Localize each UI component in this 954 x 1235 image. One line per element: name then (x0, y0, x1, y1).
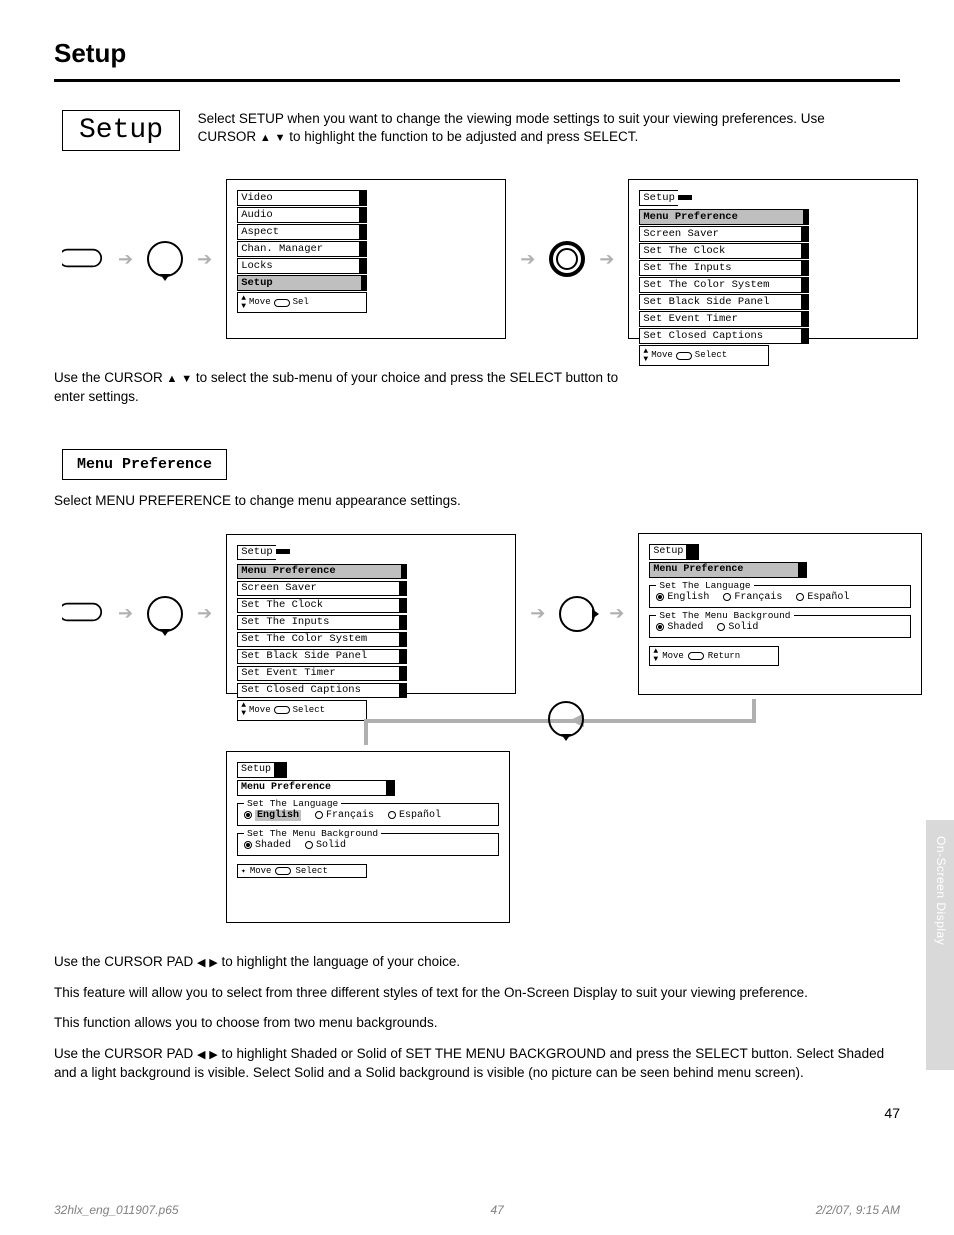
osd-menu-preference-detail-2: Setup Menu Preference Set The Language E… (226, 751, 510, 923)
osd-item-selected[interactable]: Menu Preference (237, 564, 407, 580)
osd-setup-menu-2: Setup Menu Preference Screen Saver Set T… (226, 534, 516, 694)
osd-item[interactable]: Set The Inputs (237, 615, 407, 631)
arrow-right-icon: ➔ (520, 249, 535, 270)
language-fieldset: Set The Language English Français Españo… (237, 803, 499, 826)
osd-item[interactable]: Set The Inputs (639, 260, 809, 276)
osd-item[interactable]: Set The Clock (639, 243, 809, 259)
after-flow-paragraph: Use the CURSOR ▲ ▼ to select the sub-men… (54, 369, 900, 407)
osd-item[interactable]: Set Black Side Panel (639, 294, 809, 310)
body-para-2: This feature will allow you to select fr… (54, 984, 900, 1003)
page-heading: Setup (54, 38, 900, 69)
footer-mid: 47 (490, 1203, 503, 1217)
osd-item[interactable]: Aspect (237, 224, 367, 240)
arrow-right-icon: ➔ (197, 603, 212, 624)
bg-option[interactable]: Solid (305, 840, 346, 851)
language-fieldset: Set The Language English Français Españo… (649, 585, 911, 608)
cursor-down-icon (548, 701, 584, 737)
menu-button-icon (62, 243, 104, 276)
lang-option[interactable]: Español (796, 592, 849, 603)
bg-option[interactable]: Shaded (244, 840, 291, 851)
cursor-right-icon (559, 596, 595, 632)
sub-heading-box: Menu Preference (62, 449, 227, 480)
body-para-4: Use the CURSOR PAD ◀ ▶ to highlight Shad… (54, 1045, 900, 1083)
osd-title: Setup (639, 190, 727, 206)
page-number: 47 (54, 1105, 900, 1121)
connector-line (364, 719, 368, 745)
cursor-down-icon (147, 241, 183, 277)
osd-main-menu: Video Audio Aspect Chan. Manager Locks S… (226, 179, 506, 339)
bg-option[interactable]: Shaded (656, 622, 703, 633)
osd-breadcrumb: Setup (237, 762, 499, 778)
arrow-right-icon: ➔ (118, 603, 133, 624)
lang-option[interactable]: English (244, 810, 301, 821)
osd-item[interactable]: Set The Clock (237, 598, 407, 614)
osd-breadcrumb: Setup (649, 544, 911, 560)
osd-item-selected[interactable]: Menu Preference (639, 209, 809, 225)
flow-row-3: Setup Menu Preference Set The Language E… (226, 751, 900, 923)
arrow-right-icon: ➔ (197, 249, 212, 270)
osd-item-selected[interactable]: Setup (237, 275, 367, 291)
arrow-right-icon: ➔ (609, 603, 624, 624)
osd-item[interactable]: Set Event Timer (237, 666, 407, 682)
osd-item[interactable]: Set The Color System (237, 632, 407, 648)
background-fieldset: Set The Menu Background Shaded Solid (649, 615, 911, 638)
osd-hint: ▲▼ Move Return (649, 646, 779, 666)
lang-option[interactable]: Español (388, 810, 441, 821)
side-tab-label: On-Screen Display (934, 836, 948, 945)
arrow-right-icon: ➔ (118, 249, 133, 270)
flow-row-1: ➔ ➔ Video Audio Aspect Chan. Manager Loc… (62, 179, 900, 339)
osd-item[interactable]: Video (237, 190, 367, 206)
osd-item[interactable]: Set Black Side Panel (237, 649, 407, 665)
intro-paragraph: Select SETUP when you want to change the… (198, 110, 838, 146)
osd-hint: ▲▼ Move Sel (237, 292, 367, 313)
heading-rule (54, 79, 900, 82)
osd-hint: ✦ Move Select (237, 864, 367, 878)
lang-option[interactable]: Français (315, 810, 374, 821)
osd-title: Setup (237, 545, 325, 561)
osd-item[interactable]: Set Closed Captions (237, 683, 407, 699)
body-para-3: This function allows you to choose from … (54, 1014, 900, 1033)
osd-item[interactable]: Chan. Manager (237, 241, 367, 257)
osd-item[interactable]: Audio (237, 207, 367, 223)
osd-menu-preference-detail: Setup Menu Preference Set The Language E… (638, 533, 922, 695)
menu-button-icon (62, 597, 104, 630)
footer-left: 2/2/07, 9:15 AM (816, 1203, 900, 1217)
side-tab: On-Screen Display (926, 820, 954, 1070)
osd-hint: ▲▼ Move Select (237, 700, 367, 721)
body-para-1: Use the CURSOR PAD ◀ ▶ to highlight the … (54, 953, 900, 972)
osd-item[interactable]: Screen Saver (639, 226, 809, 242)
background-fieldset: Set The Menu Background Shaded Solid (237, 833, 499, 856)
osd-item[interactable]: Screen Saver (237, 581, 407, 597)
osd-item[interactable]: Locks (237, 258, 367, 274)
arrow-right-icon: ➔ (530, 603, 545, 624)
osd-setup-menu: Setup Menu Preference Screen Saver Set T… (628, 179, 918, 339)
select-button-icon (549, 241, 585, 277)
page-footer: 32hlx_eng_011907.p65 47 2/2/07, 9:15 AM (0, 1203, 954, 1217)
osd-hint: ▲▼ Move Select (639, 345, 769, 366)
osd-item[interactable]: Set Closed Captions (639, 328, 809, 344)
cursor-down-icon (147, 596, 183, 632)
lang-option[interactable]: Français (723, 592, 782, 603)
osd-item[interactable]: Set The Color System (639, 277, 809, 293)
sub-desc: Select MENU PREFERENCE to change menu ap… (54, 492, 900, 511)
osd-item[interactable]: Set Event Timer (639, 311, 809, 327)
section-title-box: Setup (62, 110, 180, 151)
lang-option[interactable]: English (656, 592, 709, 603)
arrow-right-icon: ➔ (599, 249, 614, 270)
bg-option[interactable]: Solid (717, 622, 758, 633)
footer-right: 32hlx_eng_011907.p65 (54, 1203, 179, 1217)
flow-row-2: ➔ ➔ Setup Menu Preference Screen Saver S… (62, 533, 900, 695)
